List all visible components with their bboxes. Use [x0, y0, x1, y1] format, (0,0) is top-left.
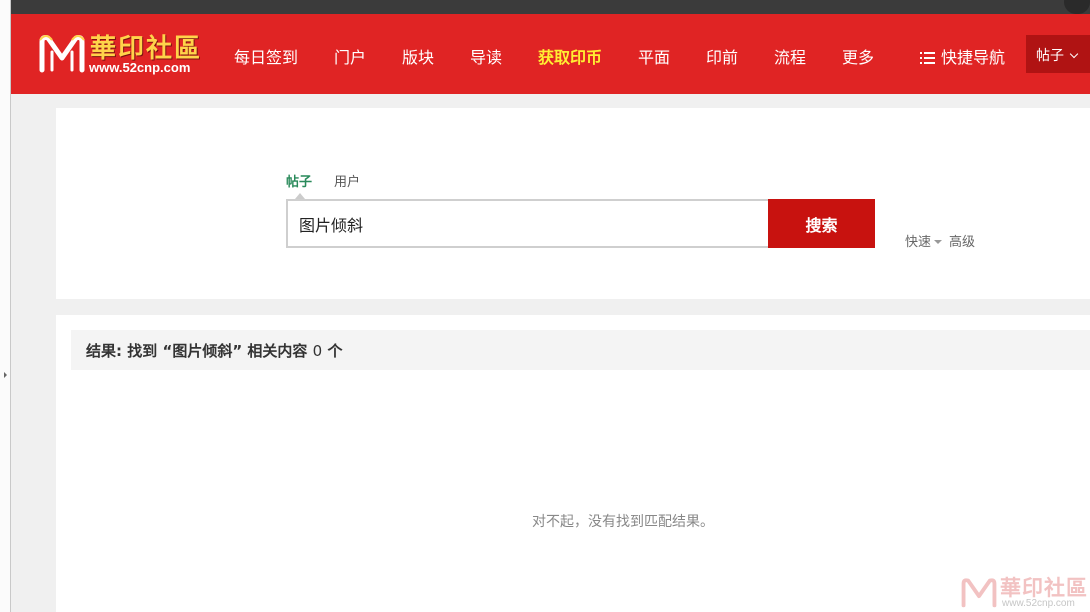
search-scope-select[interactable]: 帖子 — [1026, 35, 1090, 73]
caret-down-icon — [934, 240, 943, 244]
site-logo[interactable]: 華印社區 www.52cnp.com — [38, 32, 218, 78]
results-query: “图片倾斜” — [162, 342, 243, 360]
watermark-logo-icon — [961, 578, 997, 608]
search-scope-label: 帖子 — [1036, 48, 1064, 64]
results-prefix: 结果: 找到 — [86, 342, 158, 360]
expand-arrow-icon[interactable] — [4, 372, 7, 378]
chevron-down-icon — [1069, 49, 1079, 59]
site-header: 華印社區 www.52cnp.com 每日签到 门户 版块 导读 获取印币 平面… — [11, 14, 1090, 94]
nav-item-graphic[interactable]: 平面 — [638, 44, 670, 68]
nav-item-get-coins[interactable]: 获取印币 — [538, 44, 602, 68]
browser-left-strip — [0, 0, 11, 612]
logo-url: www.52cnp.com — [89, 60, 191, 75]
watermark-url: www.52cnp.com — [1002, 598, 1075, 609]
nav-item-workflow[interactable]: 流程 — [774, 44, 806, 68]
advanced-search-link[interactable]: 高级 — [949, 235, 975, 250]
results-mid: 相关内容 — [247, 342, 308, 360]
search-input[interactable] — [286, 199, 769, 248]
logo-m-icon — [39, 35, 85, 73]
top-bar — [11, 0, 1090, 14]
quick-nav-button[interactable]: 快捷导航 — [920, 44, 1005, 68]
list-icon — [920, 52, 935, 64]
nav-item-checkin[interactable]: 每日签到 — [234, 44, 298, 68]
tab-users[interactable]: 用户 — [334, 171, 360, 190]
search-button[interactable]: 搜索 — [768, 199, 875, 248]
nav-item-forums[interactable]: 版块 — [402, 44, 434, 68]
search-mode-links: 快速 高级 — [905, 231, 975, 250]
nav-item-guide[interactable]: 导读 — [470, 44, 502, 68]
results-suffix: 个 — [327, 342, 343, 360]
empty-results-message: 对不起，没有找到匹配结果。 — [532, 514, 714, 530]
nav-item-prepress[interactable]: 印前 — [706, 44, 738, 68]
results-panel: 结果: 找到 “图片倾斜” 相关内容 0 个 对不起，没有找到匹配结果。 — [56, 315, 1090, 612]
tab-posts[interactable]: 帖子 — [286, 171, 312, 190]
results-header: 结果: 找到 “图片倾斜” 相关内容 0 个 — [71, 330, 1090, 370]
top-bar-edge — [1064, 0, 1090, 14]
watermark: 華印社區 www.52cnp.com — [960, 574, 1088, 610]
nav-item-more[interactable]: 更多 — [842, 44, 874, 68]
quick-nav-label: 快捷导航 — [941, 48, 1006, 67]
quick-search-link[interactable]: 快速 — [905, 235, 931, 250]
results-summary: 结果: 找到 “图片倾斜” 相关内容 0 个 — [86, 340, 342, 361]
search-panel: 帖子 用户 搜索 快速 高级 — [56, 108, 1090, 299]
nav-item-portal[interactable]: 门户 — [334, 44, 366, 68]
results-count: 0 — [312, 342, 323, 360]
